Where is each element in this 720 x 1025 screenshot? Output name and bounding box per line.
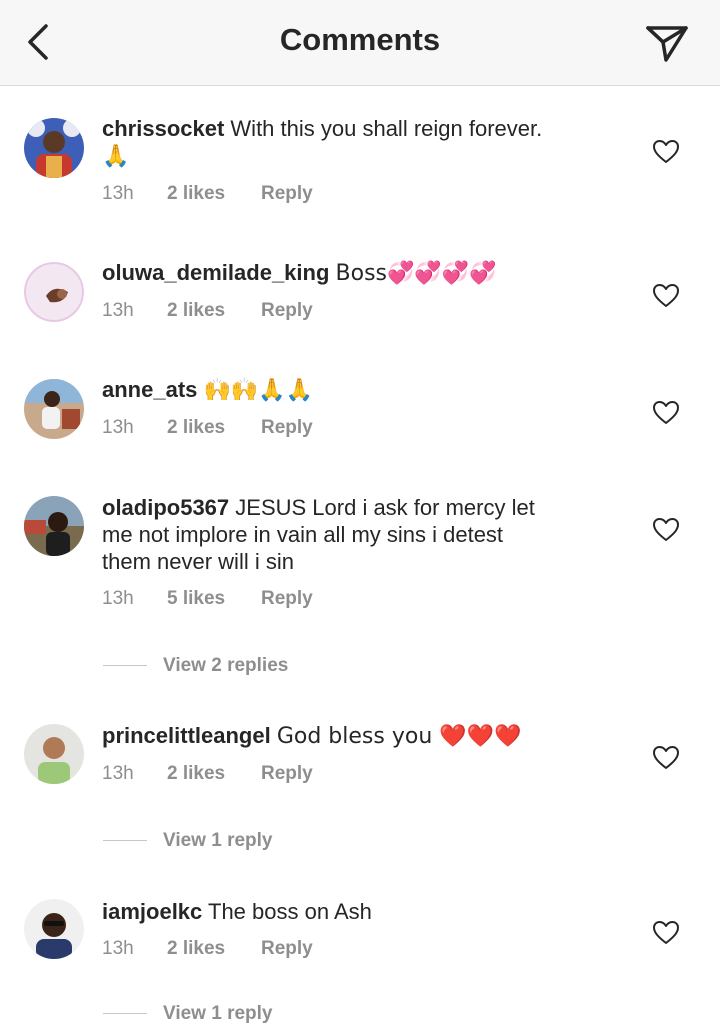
- avatar[interactable]: [24, 496, 84, 556]
- view-replies-button[interactable]: View 1 reply: [103, 830, 273, 852]
- comment-text: JESUS Lord i ask for mercy let: [235, 495, 535, 520]
- comment-text: Boss💞💞💞💞: [335, 261, 497, 286]
- avatar[interactable]: [24, 724, 84, 784]
- avatar[interactable]: [24, 118, 84, 178]
- likes-count[interactable]: 2 likes: [167, 300, 261, 322]
- comment-time: 13h: [102, 300, 134, 321]
- likes-count[interactable]: 2 likes: [167, 938, 261, 960]
- divider-line: [103, 840, 147, 842]
- divider-line: [103, 665, 147, 667]
- comment-text-continued: them never will i sin: [102, 549, 294, 574]
- paper-plane-icon: [646, 26, 688, 62]
- divider-line: [103, 1013, 147, 1015]
- comment-text-continued: 🙏: [102, 144, 130, 169]
- heart-icon[interactable]: [652, 517, 680, 543]
- reply-button[interactable]: Reply: [261, 183, 313, 205]
- view-replies-button[interactable]: View 1 reply: [103, 1003, 273, 1025]
- comment-username[interactable]: iamjoelkc: [102, 899, 202, 924]
- view-replies-label: View 1 reply: [163, 1003, 273, 1024]
- top-bar: Comments: [0, 0, 720, 86]
- page-title: Comments: [279, 22, 441, 57]
- comment-time: 13h: [102, 183, 134, 204]
- reply-button[interactable]: Reply: [261, 763, 313, 785]
- comment-time: 13h: [102, 938, 134, 959]
- comment-time: 13h: [102, 417, 134, 438]
- comment-text: God bless you ❤️❤️❤️: [276, 724, 522, 749]
- likes-count[interactable]: 2 likes: [167, 763, 261, 785]
- avatar[interactable]: [24, 379, 84, 439]
- comment-username[interactable]: oluwa_demilade_king: [102, 260, 329, 285]
- heart-icon[interactable]: [652, 283, 680, 309]
- heart-icon[interactable]: [652, 745, 680, 771]
- comment-time: 13h: [102, 763, 134, 784]
- heart-icon[interactable]: [652, 139, 680, 165]
- comment-username[interactable]: oladipo5367: [102, 495, 229, 520]
- comment-time: 13h: [102, 588, 134, 609]
- comment-username[interactable]: anne_ats: [102, 377, 197, 402]
- view-replies-button[interactable]: View 2 replies: [103, 655, 288, 677]
- comment-text: The boss on Ash: [208, 899, 372, 924]
- likes-count[interactable]: 2 likes: [167, 417, 261, 439]
- reply-button[interactable]: Reply: [261, 300, 313, 322]
- reply-button[interactable]: Reply: [261, 588, 313, 610]
- comment-username[interactable]: chrissocket: [102, 116, 224, 141]
- comment-text: With this you shall reign forever.: [230, 116, 543, 141]
- share-button[interactable]: [640, 18, 692, 66]
- comment-text: 🙌🙌🙏🙏: [203, 378, 314, 403]
- view-replies-label: View 2 replies: [163, 655, 289, 676]
- comment-text-continued: me not implore in vain all my sins i det…: [102, 522, 504, 547]
- heart-icon[interactable]: [652, 400, 680, 426]
- likes-count[interactable]: 5 likes: [167, 588, 261, 610]
- comment-username[interactable]: princelittleangel: [102, 723, 271, 748]
- likes-count[interactable]: 2 likes: [167, 183, 261, 205]
- avatar[interactable]: [24, 899, 84, 959]
- view-replies-label: View 1 reply: [163, 830, 273, 851]
- heart-icon[interactable]: [652, 920, 680, 946]
- reply-button[interactable]: Reply: [261, 938, 313, 960]
- avatar[interactable]: [24, 262, 84, 322]
- reply-button[interactable]: Reply: [261, 417, 313, 439]
